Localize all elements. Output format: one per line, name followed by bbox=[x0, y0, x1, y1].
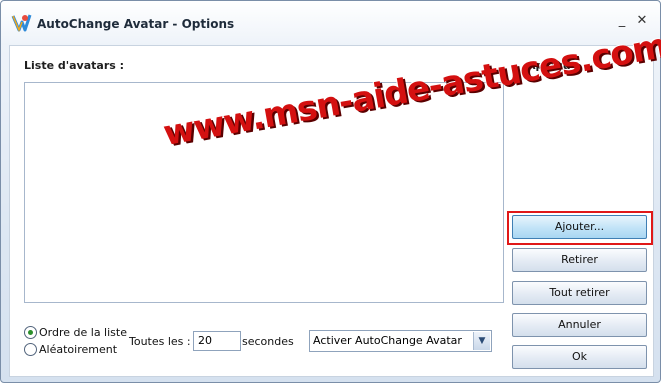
radio-random[interactable] bbox=[24, 343, 37, 356]
radio-list-order[interactable] bbox=[24, 326, 37, 339]
avatar-list-label: Liste d'avatars : bbox=[24, 59, 125, 72]
remove-button[interactable]: Retirer bbox=[512, 248, 647, 272]
add-button[interactable]: Ajouter... bbox=[512, 215, 647, 239]
minimize-button[interactable]: _ bbox=[614, 13, 630, 29]
ok-button[interactable]: Ok bbox=[512, 345, 647, 369]
interval-input[interactable]: 20 bbox=[193, 331, 241, 351]
radio-random-label: Aléatoirement bbox=[39, 343, 118, 356]
avatar-list[interactable] bbox=[24, 82, 504, 303]
preview-label: Aperçu : bbox=[527, 59, 579, 72]
interval-unit: secondes bbox=[242, 335, 294, 348]
remove-all-button[interactable]: Tout retirer bbox=[512, 281, 647, 305]
options-window: AutoChange Avatar - Options _ ✕ Liste d'… bbox=[0, 0, 661, 383]
window-title: AutoChange Avatar - Options bbox=[37, 17, 235, 31]
interval-label: Toutes les : bbox=[129, 335, 191, 348]
title-bar: AutoChange Avatar - Options _ ✕ bbox=[1, 1, 660, 45]
activation-select-value: Activer AutoChange Avatar bbox=[313, 334, 462, 347]
cancel-button[interactable]: Annuler bbox=[512, 313, 647, 337]
app-logo-icon bbox=[11, 14, 32, 33]
activation-select[interactable]: Activer AutoChange Avatar ▼ bbox=[309, 330, 492, 352]
chevron-down-icon[interactable]: ▼ bbox=[473, 332, 490, 350]
radio-list-order-label: Ordre de la liste bbox=[39, 326, 127, 339]
options-panel: Liste d'avatars : Aperçu : www.msn-aide-… bbox=[9, 26, 661, 377]
close-button[interactable]: ✕ bbox=[634, 13, 650, 29]
